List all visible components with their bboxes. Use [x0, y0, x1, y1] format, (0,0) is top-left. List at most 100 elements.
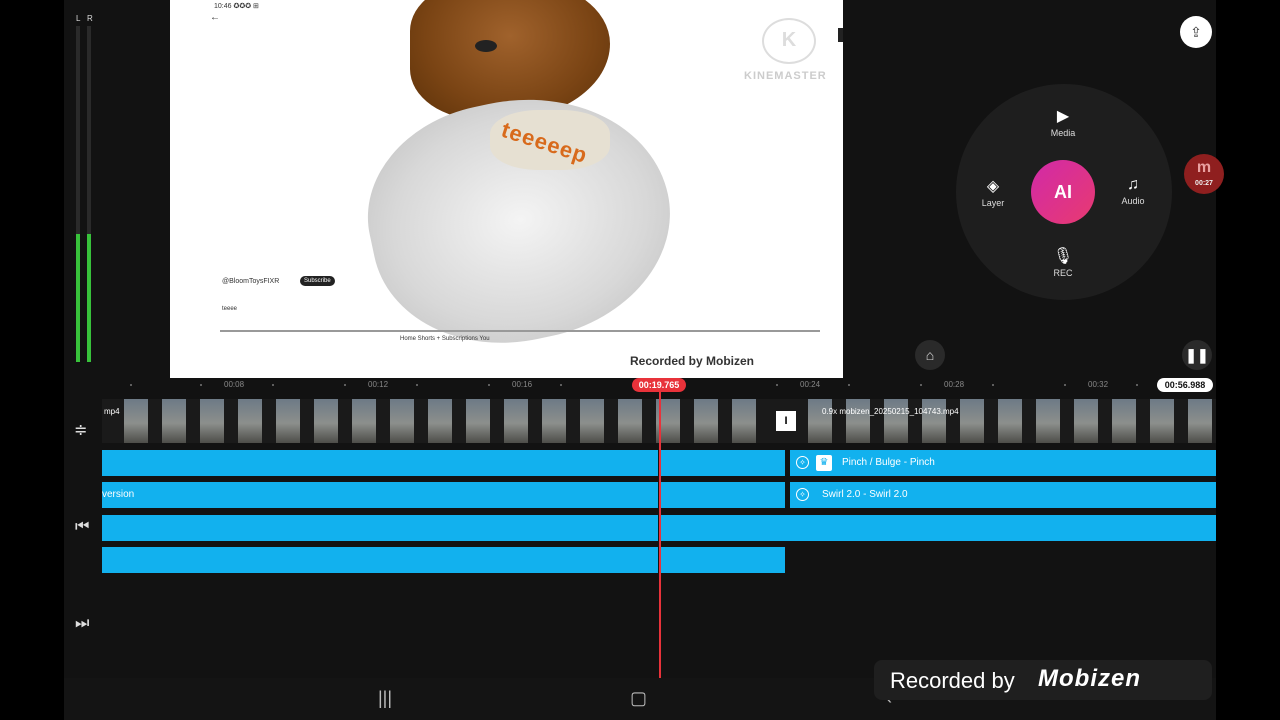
ruler-tick: 00:12: [368, 380, 389, 389]
layer-button[interactable]: ◈ Layer: [963, 176, 1023, 208]
ai-button[interactable]: AI: [1031, 160, 1095, 224]
layer-icon: ◈: [986, 178, 1000, 195]
clip-transition-marker[interactable]: I: [776, 411, 796, 431]
playhead-line[interactable]: [659, 392, 661, 678]
preview-divider: [220, 330, 820, 332]
clip-thumbnail: [276, 399, 300, 443]
layer-track-1b[interactable]: [661, 450, 785, 476]
clip-thumbnail: [390, 399, 414, 443]
back-arrow-icon: ←: [210, 12, 220, 23]
recent-apps-icon[interactable]: |||: [378, 688, 392, 709]
ruler-tick: 00:16: [512, 380, 533, 389]
clip-thumbnail: [1112, 399, 1136, 443]
export-share-button[interactable]: ⇪: [1180, 16, 1212, 48]
audio-level-meter: L R: [72, 0, 96, 370]
ruler-dot: [200, 384, 202, 386]
home-icon[interactable]: ▢: [630, 688, 647, 709]
mobizen-brand-logo: Mobizen: [1038, 665, 1141, 692]
audio-label: Audio: [1121, 196, 1145, 206]
inversion-track-label: version: [102, 489, 135, 500]
recorded-by-text: Recorded by: [890, 668, 1015, 693]
layer-track-4b[interactable]: [661, 547, 785, 573]
music-note-icon: ♫: [1127, 176, 1139, 193]
inversion-effect-track[interactable]: version: [102, 482, 658, 508]
kinemaster-editor: L R 10:46 ✪✪✪ ⊞ ← teeeeep K KINEMASTER ♛…: [64, 0, 1224, 720]
mobizen-recording-badge: Recorded by Mobizen: [874, 660, 1212, 700]
mobizen-floating-badge[interactable]: m 00:27: [1184, 154, 1224, 194]
layer-track-3a[interactable]: [102, 515, 658, 541]
swirl-effect-track[interactable]: ✧ Swirl 2.0 - Swirl 2.0: [790, 482, 1216, 508]
video-preview[interactable]: 10:46 ✪✪✪ ⊞ ← teeeeep K KINEMASTER ♛ @Bl…: [170, 0, 843, 378]
layer-track-1a[interactable]: [102, 450, 658, 476]
kinemaster-watermark: KINEMASTER: [744, 70, 827, 82]
effect-icon: ✧: [796, 456, 809, 469]
clip-thumbnail: [884, 399, 908, 443]
meter-right-fill: [87, 234, 91, 362]
media-icon: ▶: [1056, 108, 1070, 125]
ruler-dot: [416, 384, 418, 386]
clip-thumbnail: [998, 399, 1022, 443]
rec-label: REC: [1053, 268, 1073, 278]
mobizen-badge-letter: m: [1196, 159, 1212, 176]
ruler-dot: [776, 384, 778, 386]
effect-icon: ✧: [796, 488, 809, 501]
rec-button[interactable]: 🎙 REC: [1033, 246, 1093, 278]
clip-thumbnail: [1036, 399, 1060, 443]
clip-thumbnail: [846, 399, 870, 443]
ruler-tick: 00:28: [944, 380, 965, 389]
media-wheel: ▶ Media ◈ Layer ♫ Audio 🎙 REC AI: [956, 84, 1172, 300]
ruler-tick: 00:24: [800, 380, 821, 389]
clip2-label: 0.9x mobizen_20250215_104743.mp4: [822, 407, 959, 416]
layer-track-2b[interactable]: [661, 482, 785, 508]
track-expand-icon[interactable]: ≑: [74, 420, 87, 440]
object-hole: [475, 40, 497, 52]
mobizen-badge-time: 00:27: [1195, 180, 1213, 187]
clip-thumbnail: [1150, 399, 1174, 443]
playhead-time: 00:19.765: [632, 378, 686, 392]
clip-thumbnail: [504, 399, 528, 443]
media-label: Media: [1050, 128, 1076, 138]
ruler-dot: [130, 384, 132, 386]
clip-thumbnail: [808, 399, 832, 443]
total-duration: 00:56.988: [1157, 378, 1213, 392]
layer-track-3b[interactable]: [661, 515, 1216, 541]
kinemaster-logo-icon: K: [762, 18, 816, 64]
ruler-tick: 00:32: [1088, 380, 1109, 389]
clip-thumbnail: [618, 399, 642, 443]
asset-store-button[interactable]: ⌂: [915, 340, 945, 370]
layer-label: Layer: [981, 198, 1005, 208]
layer-track-4a[interactable]: [102, 547, 658, 573]
clip-thumbnail: [352, 399, 376, 443]
clip-thumbnail: [694, 399, 718, 443]
media-button[interactable]: ▶ Media: [1033, 106, 1093, 138]
ruler-dot: [992, 384, 994, 386]
clip-thumbnail: [162, 399, 186, 443]
clip-thumbnail: [466, 399, 490, 443]
ruler-dot: [272, 384, 274, 386]
preview-status-time: 10:46 ✪✪✪ ⊞: [214, 3, 259, 10]
clip-thumbnail: [542, 399, 566, 443]
meter-left-label: L: [76, 14, 81, 23]
clip-thumbnail: [922, 399, 946, 443]
ruler-tick: 00:08: [224, 380, 245, 389]
channel-name: @BloomToysFIXR: [222, 278, 280, 285]
pause-button[interactable]: ❚❚: [1182, 340, 1212, 370]
jump-to-start-icon[interactable]: ⏮: [75, 518, 89, 536]
crown-icon[interactable]: ♛: [838, 28, 843, 42]
pinch-bulge-effect-track[interactable]: ✧ ♛ Pinch / Bulge - Pinch: [790, 450, 1216, 476]
ruler-dot: [1136, 384, 1138, 386]
ruler-dot: [488, 384, 490, 386]
preview-nav-row: Home Shorts + Subscriptions You: [400, 336, 490, 342]
audio-button[interactable]: ♫ Audio: [1103, 176, 1163, 206]
pinch-track-label: Pinch / Bulge - Pinch: [842, 457, 935, 468]
meter-left-fill: [76, 234, 80, 362]
jump-to-end-icon[interactable]: ⏭: [75, 615, 89, 633]
clip-thumbnail: [428, 399, 452, 443]
meter-right-label: R: [87, 14, 93, 23]
clip-thumbnail: [960, 399, 984, 443]
crown-icon: ♛: [816, 455, 832, 471]
swirl-track-label: Swirl 2.0 - Swirl 2.0: [822, 489, 908, 500]
preview-recorded-watermark: Recorded by Mobizen: [626, 352, 759, 370]
ruler-dot: [920, 384, 922, 386]
microphone-icon: 🎙: [1052, 248, 1074, 265]
